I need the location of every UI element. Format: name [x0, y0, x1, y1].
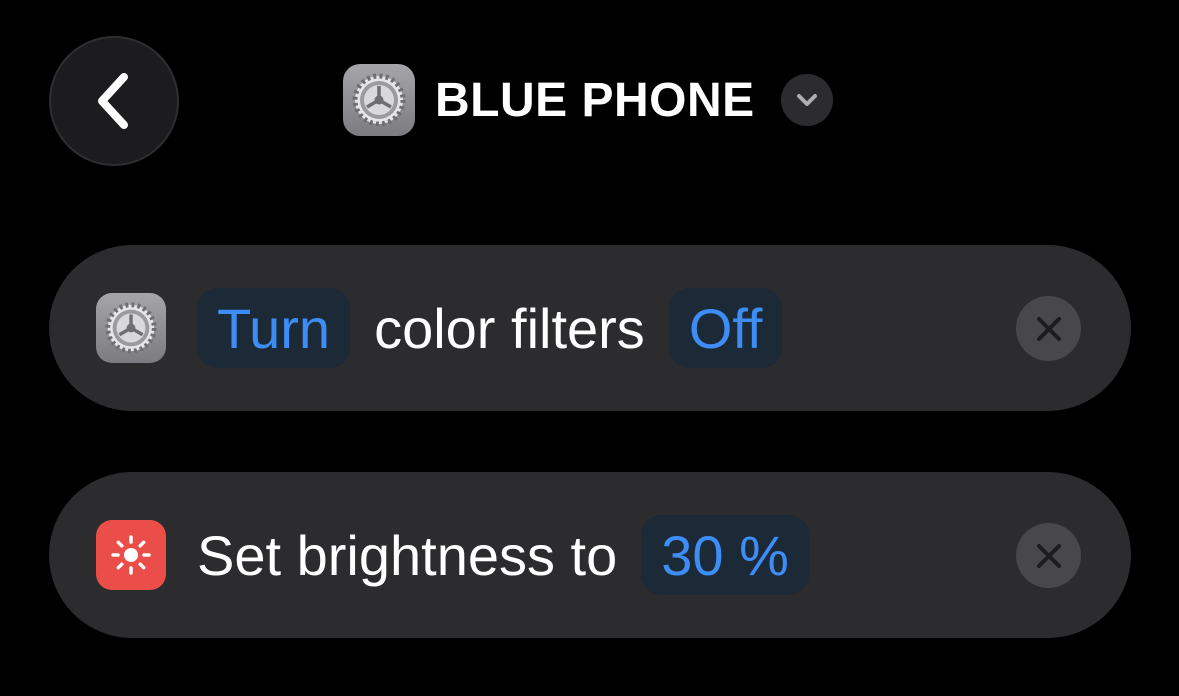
- turn-mode-token[interactable]: Turn: [197, 288, 351, 368]
- sun-icon: [96, 520, 166, 590]
- settings-gear-icon: [96, 293, 166, 363]
- remove-action-button[interactable]: [1016, 523, 1081, 588]
- remove-action-button[interactable]: [1016, 296, 1081, 361]
- close-icon: [1036, 543, 1061, 568]
- chevron-down-icon[interactable]: [780, 74, 833, 126]
- device-selector[interactable]: BLUE PHONE: [343, 64, 833, 136]
- action-label: Set brightness to: [197, 523, 618, 587]
- device-name: BLUE PHONE: [435, 73, 755, 127]
- action-card-brightness[interactable]: Set brightness to 30 %: [49, 472, 1131, 638]
- action-text: Set brightness to 30 %: [197, 514, 809, 596]
- action-text: Turn color filters Off: [197, 287, 783, 369]
- chevron-left-icon: [98, 73, 128, 129]
- state-token[interactable]: Off: [668, 288, 783, 368]
- settings-gear-icon: [343, 64, 415, 136]
- back-button[interactable]: [49, 36, 179, 166]
- action-card-color-filters[interactable]: Turn color filters Off: [49, 245, 1131, 411]
- brightness-value-token[interactable]: 30 %: [641, 515, 809, 595]
- close-icon: [1036, 316, 1061, 341]
- action-label: color filters: [374, 296, 645, 360]
